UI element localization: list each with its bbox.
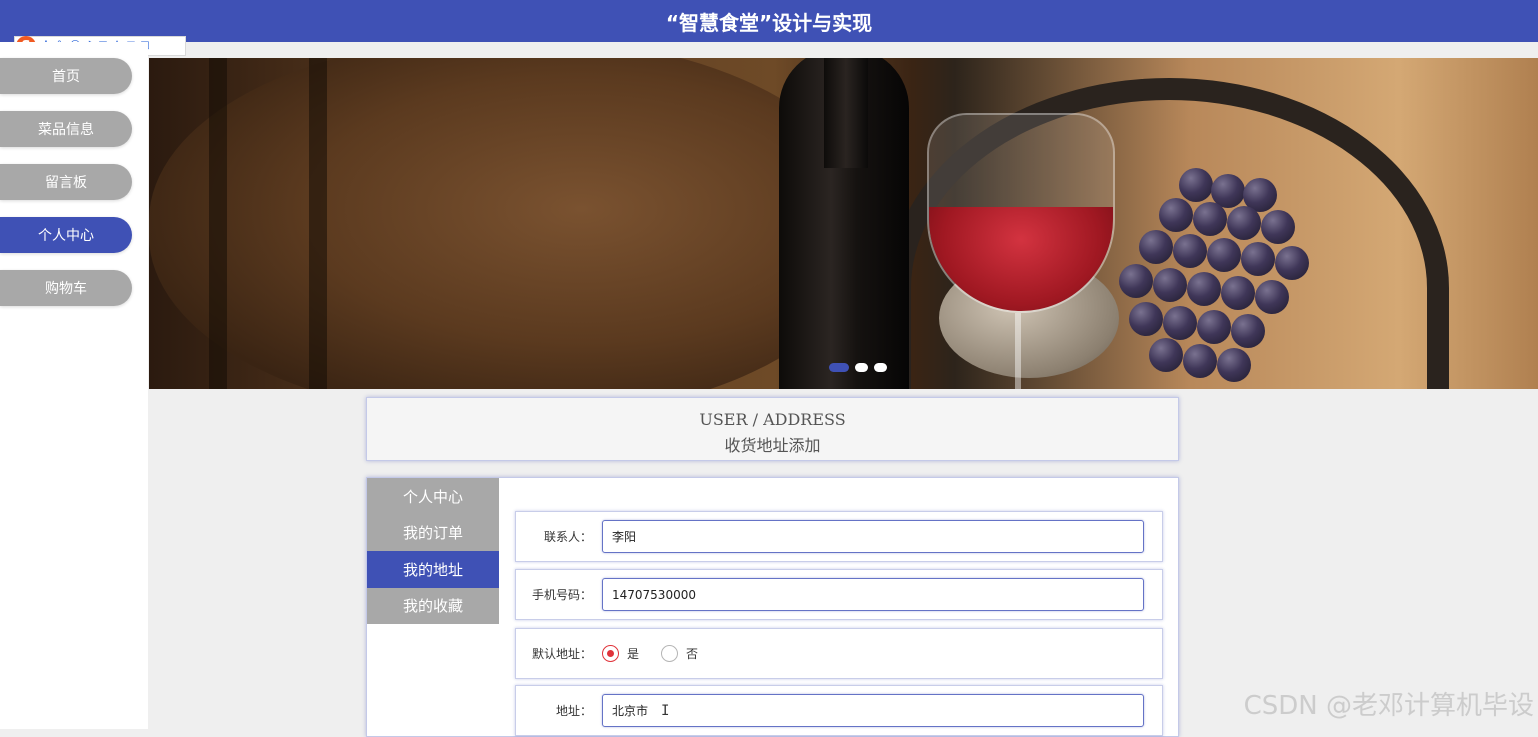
- page-title: “智慧食堂”设计与实现: [665, 10, 873, 35]
- carousel-dot-1[interactable]: [829, 363, 849, 372]
- default-yes-radio[interactable]: [602, 645, 619, 662]
- watermark: CSDN @老邓计算机毕设: [1243, 691, 1534, 721]
- default-yes-label[interactable]: 是: [627, 645, 639, 662]
- sidebar-item-dishes[interactable]: 菜品信息: [0, 111, 132, 147]
- form-row-default-address: 默认地址： 是 否: [515, 628, 1163, 679]
- sidebar-item-profile[interactable]: 个人中心: [0, 217, 132, 253]
- menu-item-label: 我的收藏: [402, 597, 463, 616]
- sidebar-item-cart[interactable]: 购物车: [0, 270, 132, 306]
- menu-item-label: 个人中心: [402, 487, 463, 506]
- address-label: 地址：: [555, 704, 592, 718]
- banner-image-grapes: [1109, 168, 1349, 388]
- section-title-cn: 收货地址添加: [724, 436, 821, 455]
- user-center-menu: 个人中心 我的订单 我的地址 我的收藏: [367, 478, 499, 624]
- menu-item-address[interactable]: 我的地址: [367, 551, 499, 588]
- default-no-label[interactable]: 否: [686, 645, 698, 662]
- carousel-dot-2[interactable]: [855, 363, 868, 372]
- banner-image-glass-stem: [1015, 313, 1021, 389]
- menu-item-orders[interactable]: 我的订单: [367, 514, 499, 551]
- banner-image-barrel: [149, 58, 869, 389]
- menu-item-favorites[interactable]: 我的收藏: [367, 587, 499, 624]
- sidebar-item-home[interactable]: 首页: [0, 58, 132, 94]
- text-cursor-icon: I: [661, 703, 670, 719]
- menu-item-profile[interactable]: 个人中心: [367, 478, 499, 515]
- default-no-radio[interactable]: [661, 645, 679, 662]
- banner-carousel[interactable]: [149, 58, 1538, 389]
- form-row-phone: 手机号码：: [515, 569, 1163, 620]
- sidebar-item-label: 个人中心: [38, 228, 94, 244]
- phone-input[interactable]: [602, 578, 1144, 611]
- banner-image-bottle-neck: [824, 58, 868, 168]
- sidebar: 首页 菜品信息 留言板 个人中心 购物车: [0, 42, 148, 729]
- banner-image-wine-glass: [927, 113, 1115, 313]
- default-address-label: 默认地址：: [531, 647, 592, 661]
- contact-label: 联系人：: [543, 530, 592, 544]
- sidebar-item-label: 菜品信息: [38, 122, 94, 138]
- sidebar-item-label: 首页: [52, 69, 80, 85]
- default-address-radio-group: 是 否: [602, 645, 720, 662]
- phone-label: 手机号码：: [531, 588, 592, 602]
- sidebar-item-label: 留言板: [45, 175, 87, 191]
- contact-input[interactable]: [602, 520, 1144, 553]
- sidebar-item-label: 购物车: [45, 281, 87, 297]
- address-input[interactable]: [602, 694, 1144, 727]
- section-title-en: USER / ADDRESS: [699, 410, 846, 429]
- carousel-indicators: [829, 363, 887, 372]
- page-header: “智慧食堂”设计与实现: [0, 0, 1538, 42]
- carousel-dot-3[interactable]: [874, 363, 887, 372]
- address-panel: 个人中心 我的订单 我的地址 我的收藏 联系人： 手机号码： 默认地址： 是 否…: [366, 477, 1179, 737]
- form-row-contact: 联系人：: [515, 511, 1163, 562]
- section-title-box: USER / ADDRESS 收货地址添加: [366, 397, 1179, 461]
- menu-item-label: 我的订单: [402, 524, 463, 543]
- form-row-address: 地址：: [515, 685, 1163, 736]
- sidebar-item-message-board[interactable]: 留言板: [0, 164, 132, 200]
- menu-item-label: 我的地址: [402, 560, 463, 579]
